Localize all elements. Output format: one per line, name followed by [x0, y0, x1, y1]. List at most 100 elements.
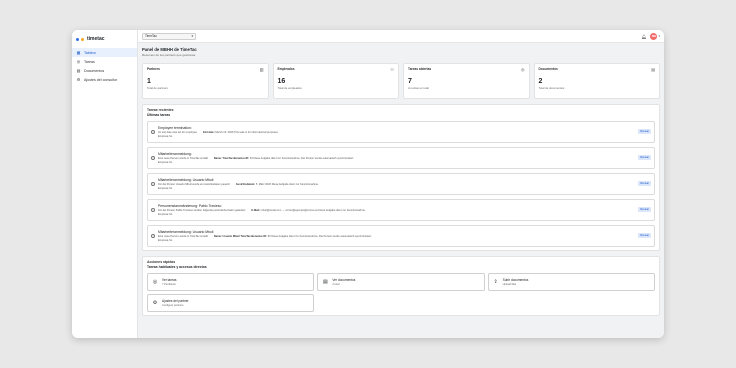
action-sub: 7 Pendiente [162, 282, 176, 286]
task-desc: Eine neue Person wurde in TimeTac erstel… [158, 157, 208, 161]
sidebar: timetac ▦ Tablero ◎ Tareas ▤ Documentos … [72, 30, 138, 338]
task-check-icon [151, 156, 155, 160]
view-tasks-button[interactable]: ◎ Ver tareas 7 Pendiente [147, 273, 315, 291]
task-check-icon [151, 208, 155, 212]
task-detail: March 15, 2026 This task is for informat… [215, 131, 279, 135]
task-body: Mitarbeiteranmeldung: Usuario Mbuil Eine… [158, 230, 651, 242]
upload-documents-button[interactable]: ⇪ Subir documentos Upload files [487, 273, 655, 291]
task-detail: 5. März 2026 Diese Aufgabe dient zur Ken… [255, 183, 319, 187]
panel-title: Tareas recientes [147, 108, 174, 112]
document-icon: ▤ [322, 279, 328, 285]
task-key: Exit date: [202, 131, 215, 135]
action-title: Ver tareas [162, 278, 177, 283]
document-icon: ▤ [651, 67, 655, 72]
stat-label: Documentos [538, 67, 558, 71]
task-title: Mitarbeiteranmeldung: Usuario Mbuil [158, 230, 214, 235]
review-button[interactable]: Revisar [638, 155, 651, 160]
review-button[interactable]: Revisar [638, 129, 651, 134]
task-title: Employee termination: [158, 126, 192, 131]
stats-row: Partners ▥ 1 Total de partners Empleados… [142, 63, 660, 99]
task-body: Personenstammänderung: Pablo Travieso Fü… [158, 204, 651, 216]
tenant-select[interactable]: TimeTac ▾ [142, 32, 196, 40]
topbar-right: 🔔︎ MB ▾ [641, 32, 660, 40]
main-content: Panel de MBHH de TimeTac Resumen de tus … [138, 43, 664, 338]
topbar: TimeTac ▾ 🔔︎ MB ▾ [138, 30, 664, 43]
avatar: MB [650, 32, 658, 40]
task-company: Empresa SL [158, 134, 173, 138]
task-item[interactable]: Mitarbeiteranmeldung: Eine neue Person w… [147, 147, 655, 169]
app-window: timetac ▦ Tablero ◎ Tareas ▤ Documentos … [72, 30, 664, 338]
review-button[interactable]: Revisar [638, 233, 651, 238]
chevron-down-icon: ▾ [191, 34, 193, 38]
task-item[interactable]: Personenstammänderung: Pablo Travieso Fü… [147, 199, 655, 221]
page-subtitle: Resumen de tus partners que gestionas [142, 53, 196, 57]
sidebar-item-label: Tablero [84, 50, 96, 55]
check-circle-icon: ◎ [76, 59, 81, 64]
task-body: Mitarbeiteranmeldung: Usuario Mbuil Für … [158, 178, 651, 190]
grid-icon: ▦ [76, 50, 81, 55]
task-item[interactable]: Mitarbeiteranmeldung: Usuario Mbuil Für … [147, 173, 655, 195]
task-item[interactable]: Employee termination: An exit date was s… [147, 121, 655, 143]
stat-card-empleados: Empleados ⚇ 16 Total de empleados [272, 63, 399, 99]
task-body: Employee termination: An exit date was s… [158, 126, 651, 138]
task-key: Name: Usuario Mbuil TimeTac-Benutzer-ID: [213, 235, 267, 239]
stat-note: Total de documentos [538, 86, 565, 90]
sidebar-nav: ▦ Tablero ◎ Tareas ▤ Documentos ⚙ Ajuste… [72, 48, 137, 84]
task-company: Empresa SL [158, 238, 173, 242]
partner-settings-button[interactable]: ⚙ Ajustes del partner Configure partners [147, 294, 315, 312]
task-item[interactable]: Mitarbeiteranmeldung: Usuario Mbuil Eine… [147, 225, 655, 247]
building-icon: ▥ [259, 67, 264, 72]
task-detail: mbuil@email.com → correo@ejemplo@correo.… [260, 209, 366, 213]
chevron-down-icon: ▾ [658, 34, 660, 38]
logo-dot-orange-icon [81, 37, 84, 41]
review-button[interactable]: Revisar [638, 207, 651, 212]
task-company: Empresa SL [158, 212, 173, 216]
sidebar-item-tablero[interactable]: ▦ Tablero [72, 48, 137, 57]
panel-subtitle: Últimas tareas [147, 113, 171, 117]
task-key: Name: TimeTac-Benutzer-ID: [213, 157, 250, 161]
review-button[interactable]: Revisar [638, 181, 651, 186]
users-icon: ⚇ [390, 67, 394, 72]
task-detail: 53 Diese Aufgabe dient zur Kenntnisnahme… [267, 235, 372, 239]
gear-icon: ⚙ [152, 300, 158, 306]
stat-label: Tareas abiertas [408, 67, 432, 71]
stat-note: Total de partners [147, 86, 168, 90]
sidebar-item-label: Tareas [84, 59, 95, 64]
task-desc: Für die Person Pablo Travieso wurden fol… [158, 209, 246, 213]
logo-dot-blue-icon [76, 37, 79, 41]
recent-tasks-panel: Tareas recientes Últimas tareas Employee… [142, 104, 660, 251]
logo-text: timetac [87, 36, 105, 42]
stat-note: Total de empleados [277, 86, 302, 90]
task-company: Empresa SL [158, 186, 173, 190]
user-menu[interactable]: MB ▾ [650, 32, 660, 40]
sidebar-item-ajustes[interactable]: ⚙ Ajustes del consultor [72, 75, 137, 84]
stat-value: 7 [408, 78, 412, 85]
task-check-icon [151, 234, 155, 238]
task-title: Mitarbeiteranmeldung: Usuario Mbuil [158, 178, 214, 183]
task-check-icon [151, 130, 155, 134]
action-sub: 2 total [332, 282, 340, 286]
task-title: Mitarbeiteranmeldung: [158, 152, 192, 157]
bell-icon[interactable]: 🔔︎ [641, 34, 646, 39]
sidebar-item-tareas[interactable]: ◎ Tareas [72, 57, 137, 66]
quick-actions-panel: Acciones rápidas Tareas habituales y acc… [142, 256, 660, 316]
stat-value: 16 [277, 78, 286, 85]
view-documents-button[interactable]: ▤ Ver documentos 2 total [317, 273, 485, 291]
sidebar-item-documentos[interactable]: ▤ Documentos [72, 66, 137, 75]
task-check-icon [151, 182, 155, 186]
sidebar-item-label: Ajustes del consultor [84, 77, 118, 82]
logo[interactable]: timetac [72, 30, 137, 44]
action-sub: Configure partners [162, 303, 184, 307]
stat-value: 2 [538, 78, 543, 85]
task-key: Austrittsdatum: [235, 183, 256, 187]
stat-note: A revisar en total [408, 86, 429, 90]
task-company: Empresa SL [158, 160, 173, 164]
task-desc: Für die Person Usuario Mbuil wurde ein A… [158, 183, 230, 187]
stat-label: Partners [147, 67, 160, 71]
quick-actions-grid: ◎ Ver tareas 7 Pendiente ▤ Ver documento… [147, 273, 655, 312]
tenant-select-value: TimeTac [145, 34, 157, 38]
page-title: Panel de MBHH de TimeTac [142, 47, 197, 52]
sidebar-item-label: Documentos [84, 68, 105, 73]
action-title: Subir documentos [502, 278, 529, 283]
action-sub: Upload files [502, 282, 517, 286]
